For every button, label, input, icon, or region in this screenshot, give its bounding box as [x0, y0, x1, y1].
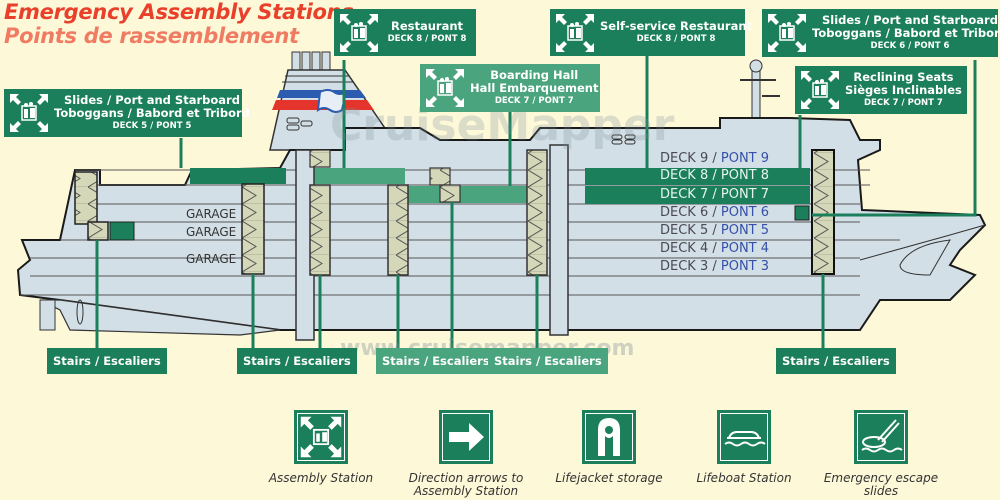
legend-assembly-station: Assembly Station — [246, 410, 396, 485]
stairwell — [429, 167, 451, 186]
escape-slide-icon — [854, 410, 908, 464]
callout-restaurant[interactable]: Restaurant DECK 8 / PONT 8 — [334, 9, 476, 56]
callout-boarding-hall[interactable]: Boarding Hall Hall Embarquement DECK 7 / P… — [420, 64, 600, 112]
garage-label: GARAGE — [186, 207, 237, 221]
legend-label: Lifeboat Station — [696, 471, 792, 485]
assembly-station-icon — [10, 94, 48, 132]
legend-label: Emergency escape slides — [823, 471, 939, 499]
callout-slides-deck6[interactable]: Slides / Port and Starboard Toboggans / B… — [762, 9, 1000, 57]
garage-label: GARAGE — [186, 252, 237, 266]
lifejacket-box — [794, 205, 810, 221]
legend-label: Assembly Station — [268, 471, 374, 485]
stairwell — [526, 149, 548, 276]
direction-arrow-icon — [439, 410, 493, 464]
legend-label: Direction arrows to Assembly Station — [408, 471, 524, 499]
deck-label-8: DECK 8 / PONT 8 — [660, 168, 770, 183]
stairwell — [309, 149, 331, 168]
stairs-label[interactable]: Stairs / Escaliers — [776, 348, 896, 374]
stairwell — [811, 149, 835, 275]
deck-label-5: DECK 5 / PONT 5 — [660, 223, 770, 238]
stairwell — [87, 221, 109, 241]
legend-lifeboat-station: Lifeboat Station — [669, 410, 819, 485]
deck-label-4: DECK 4 / PONT 4 — [660, 241, 770, 256]
assembly-station-icon — [556, 13, 594, 52]
stairs-label[interactable]: Stairs / Escaliers — [376, 348, 496, 374]
assembly-station-icon — [801, 71, 839, 109]
deck-label-3: DECK 3 / PONT 3 — [660, 259, 770, 274]
lifeboat-icon — [717, 410, 771, 464]
callout-slides-deck5[interactable]: Slides / Port and Starboard Toboggans / B… — [4, 89, 250, 137]
deck-label-9: DECK 9 / PONT 9 — [660, 151, 770, 166]
deck-label-6: DECK 6 / PONT 6 — [660, 205, 770, 220]
stairs-label[interactable]: Stairs / Escaliers — [47, 348, 167, 374]
stairwell — [309, 184, 331, 276]
callout-reclining-seats[interactable]: Reclining Seats Sièges Inclinables DECK 7 … — [795, 66, 967, 114]
assembly-station-icon — [768, 14, 806, 52]
legend-direction-arrows: Direction arrows to Assembly Station — [391, 410, 541, 498]
lifejacket-box — [109, 221, 135, 241]
deck-label-7: DECK 7 / PONT 7 — [660, 187, 770, 202]
legend-lifejacket-storage: Lifejacket storage — [534, 410, 684, 485]
stairwell — [439, 184, 461, 203]
legend-label: Lifejacket storage — [555, 471, 663, 485]
lifejacket-icon — [582, 410, 636, 464]
stairwell — [387, 184, 409, 276]
stairs-label[interactable]: Stairs / Escaliers — [488, 348, 608, 374]
assembly-station-icon — [426, 69, 464, 107]
garage-label: GARAGE — [186, 225, 237, 239]
assembly-station-icon — [294, 410, 348, 464]
stairs-label[interactable]: Stairs / Escaliers — [237, 348, 357, 374]
stairwell — [74, 171, 98, 225]
callout-self-service-restaurant[interactable]: Self-service Restaurant DECK 8 / PONT 8 — [550, 9, 752, 56]
legend-escape-slides: Emergency escape slides — [806, 410, 956, 498]
assembly-station-icon — [340, 13, 378, 52]
stairwell — [241, 183, 265, 275]
